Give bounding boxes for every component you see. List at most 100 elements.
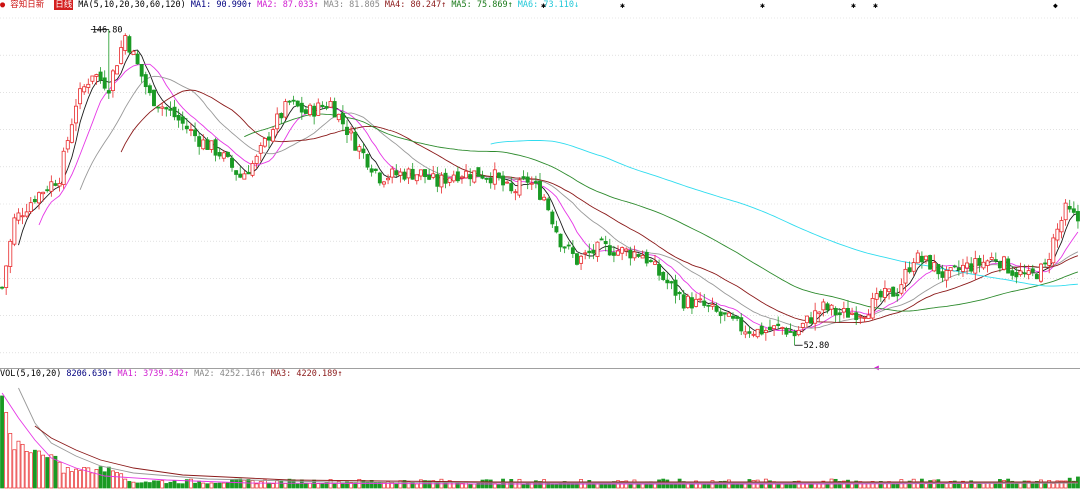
volume-bar — [681, 481, 686, 489]
volume-bar — [41, 454, 46, 489]
candle-body — [349, 130, 354, 134]
candle-body — [119, 47, 124, 64]
candle-body — [825, 303, 830, 311]
volume-bar — [501, 478, 505, 489]
kline-chart[interactable]: 146.80 52.80 — [0, 0, 1080, 490]
candle-body — [1034, 274, 1039, 280]
candle-body — [587, 250, 592, 254]
volume-bar — [69, 471, 74, 489]
volume-ma1-line — [1, 392, 1078, 485]
candle-body — [345, 126, 349, 136]
volume-bar — [1076, 476, 1080, 489]
volume-bar — [74, 468, 78, 489]
candle-body — [813, 310, 818, 324]
volume-bar — [406, 481, 411, 489]
volume-bar — [201, 482, 206, 489]
candle-body — [217, 152, 222, 157]
candle-body — [948, 267, 953, 272]
volume-bar — [262, 479, 267, 489]
volume-ma3-line — [34, 425, 1078, 483]
candle-body — [238, 173, 243, 178]
candle-body — [874, 293, 879, 300]
candle-body — [833, 308, 838, 316]
volume-bar — [242, 479, 247, 489]
candle-body — [887, 288, 892, 292]
candle-body — [648, 260, 653, 262]
candle-body — [267, 136, 271, 141]
candle-body — [168, 108, 173, 111]
volume-bar — [965, 483, 969, 489]
volume-bar — [472, 483, 477, 489]
candle-body — [780, 327, 785, 329]
candle-body — [332, 101, 337, 118]
candle-body — [390, 168, 395, 178]
candle-body — [698, 298, 703, 301]
volume-bar — [156, 480, 161, 489]
candle-body — [952, 265, 957, 268]
volume-bar — [143, 481, 148, 489]
volume-bar — [279, 480, 284, 489]
candle-body — [78, 88, 83, 105]
candle-body — [398, 171, 403, 176]
candle-body — [829, 304, 834, 310]
volume-bar — [677, 478, 682, 489]
candle-body — [152, 89, 156, 107]
volume-bar — [152, 480, 156, 489]
candle-body — [997, 261, 1002, 269]
volume-bar — [213, 482, 218, 489]
candle-body — [636, 254, 641, 257]
candle-body — [620, 247, 625, 254]
candle-body — [817, 311, 822, 315]
volume-bar — [620, 481, 625, 489]
candle-body — [365, 154, 370, 168]
volume-bar — [369, 480, 374, 489]
candle-body — [176, 115, 181, 121]
candle-body — [702, 300, 707, 306]
candle-body — [135, 53, 140, 65]
volume-bar — [119, 473, 124, 489]
volume-bar — [28, 452, 33, 489]
volume-bar — [250, 480, 255, 489]
candle-body — [624, 248, 629, 252]
candle-body — [554, 226, 559, 233]
candle-body — [377, 172, 382, 184]
candle-body — [804, 315, 809, 324]
candle-body — [903, 268, 908, 284]
candle-body — [106, 90, 111, 94]
candle-body — [521, 176, 526, 179]
volume-bar — [505, 481, 510, 489]
candle-body — [447, 177, 452, 183]
candle-body — [924, 255, 928, 261]
candle-body — [796, 329, 801, 336]
candle-body — [944, 269, 949, 281]
candle-body — [254, 155, 259, 164]
volume-bar — [20, 443, 25, 489]
volume-bar — [414, 483, 419, 489]
volume-bar — [168, 481, 173, 489]
candle-body — [115, 65, 119, 75]
ma60-line — [244, 113, 1079, 312]
volume-bar — [246, 479, 251, 489]
candle-body — [788, 331, 793, 333]
candle-body — [558, 233, 563, 248]
candle-body — [870, 298, 875, 319]
candle-body — [722, 312, 727, 315]
candle-body — [1010, 270, 1015, 276]
candle-body — [394, 170, 399, 176]
candle-body — [1018, 270, 1023, 276]
candle-body — [480, 175, 485, 179]
candle-body — [271, 129, 276, 142]
candle-body — [336, 113, 341, 121]
candle-body — [262, 138, 267, 147]
candle-body — [340, 112, 345, 125]
candle-body — [435, 174, 440, 187]
candle-body — [640, 255, 645, 259]
candle-body — [1006, 258, 1011, 274]
candle-body — [1051, 237, 1056, 264]
candle-body — [0, 286, 5, 289]
candle-body — [907, 267, 912, 273]
candle-body — [714, 305, 719, 312]
candle-body — [353, 131, 358, 151]
candle-body — [956, 267, 961, 271]
volume-bar — [127, 481, 132, 489]
